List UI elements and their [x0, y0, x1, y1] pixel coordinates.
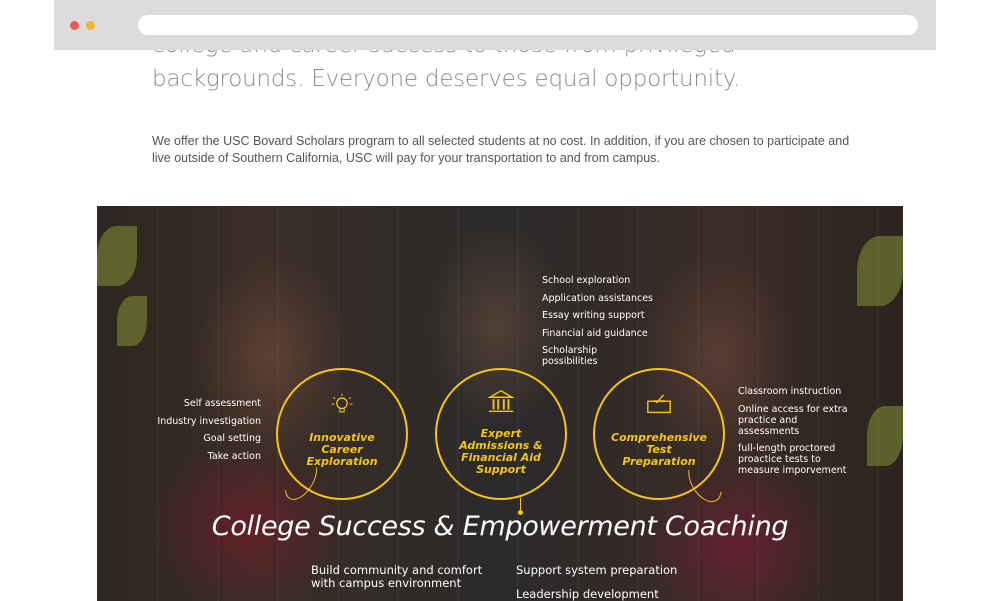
building-icon — [487, 389, 515, 413]
list-item: Goal setting — [203, 433, 261, 444]
minimize-window-dot[interactable] — [86, 21, 95, 30]
admissions-support-circle: Expert Admissions & Financial Aid Suppor… — [435, 368, 567, 500]
career-steps-list: Self assessment Industry investigation G… — [137, 398, 261, 462]
list-item: Classroom instruction — [738, 386, 842, 397]
list-item: Application assistances — [542, 292, 653, 304]
page-content: college and career success to those from… — [54, 50, 936, 601]
close-window-dot[interactable] — [70, 21, 79, 30]
intro-body: We offer the USC Bovard Scholars program… — [152, 134, 850, 165]
list-item: Industry investigation — [157, 415, 261, 427]
foliage — [857, 236, 903, 306]
coaching-item: Leadership development — [516, 587, 659, 601]
foliage — [117, 296, 147, 346]
foliage — [867, 406, 903, 466]
program-hero: Innovative Career Exploration Expert Adm… — [97, 206, 903, 601]
list-item: Online access for extra practice and ass… — [738, 403, 848, 437]
list-item: full-length proctored proactice tests to… — [738, 443, 847, 476]
lightbulb-icon — [331, 393, 353, 413]
browser-chrome — [54, 0, 936, 50]
admissions-services-list: School exploration Application assistanc… — [542, 275, 662, 367]
list-item: Self assessment — [183, 398, 261, 409]
list-item: Take action — [207, 450, 261, 462]
intro-lead: college and career success to those from… — [152, 50, 741, 92]
list-item: Essay writing support — [542, 310, 645, 321]
coaching-item: Build community and comfort with campus … — [311, 563, 483, 590]
ballot-box-icon — [647, 394, 671, 414]
list-item: Scholarship possibilities — [542, 345, 598, 367]
address-bar[interactable] — [138, 15, 918, 35]
foliage — [97, 226, 137, 286]
circle-label: Expert Admissions & Financial Aid Suppor… — [459, 427, 543, 476]
test-prep-list: Classroom instruction Online access for … — [738, 386, 850, 476]
list-item: Financial aid guidance — [542, 327, 648, 339]
list-item: School exploration — [542, 275, 631, 286]
coaching-item: Support system preparation — [516, 563, 678, 577]
coaching-title: College Success & Empowerment Coaching — [211, 511, 789, 542]
